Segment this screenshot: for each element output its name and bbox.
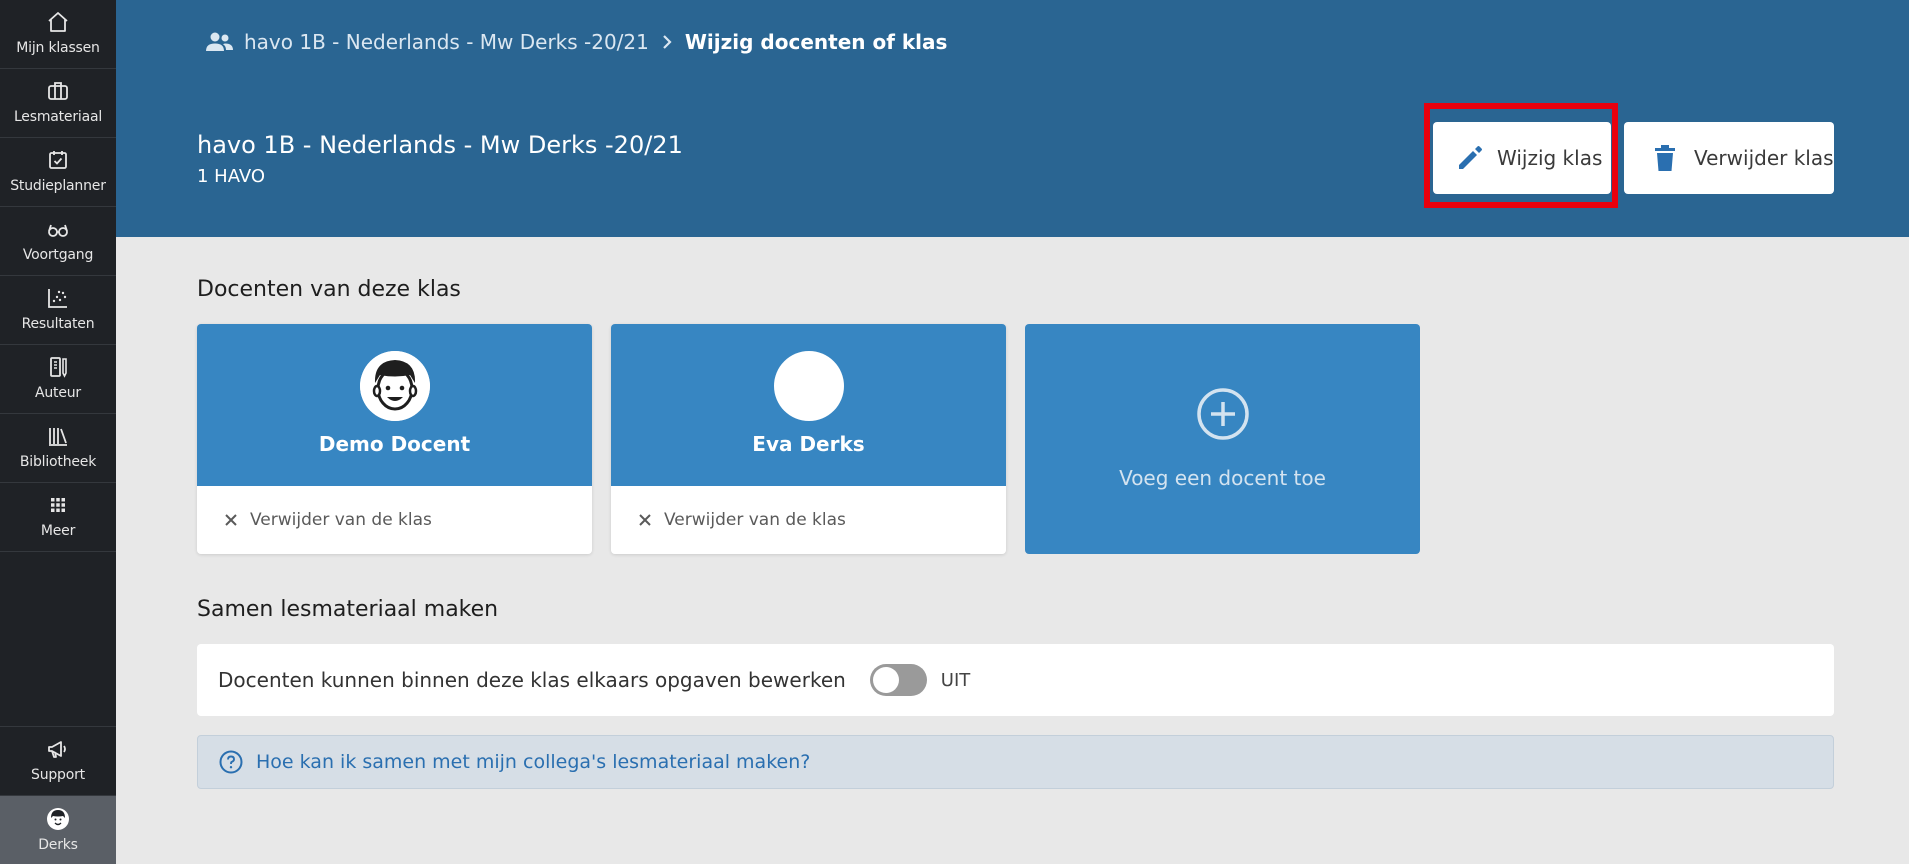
teacher-card: Demo Docent Verwijder van de klas [197,324,592,554]
trash-icon [1652,143,1678,173]
remove-teacher-label: Verwijder van de klas [664,510,846,530]
grid-icon [46,493,70,517]
teacher-card-header: Demo Docent [197,324,592,486]
close-icon [224,513,238,527]
calendar-check-icon [46,148,70,172]
remove-teacher-button[interactable]: Verwijder van de klas [197,486,592,554]
collab-toggle[interactable] [869,664,927,696]
teacher-name: Eva Derks [752,432,865,456]
sidebar-item-user[interactable]: Derks [0,795,116,864]
plus-circle-icon [1195,386,1251,442]
sidebar-item-label: Lesmateriaal [13,109,103,125]
add-teacher-label: Voeg een docent toe [1119,466,1326,490]
sidebar-item-label: Bibliotheek [19,454,97,470]
user-avatar-icon [46,807,70,831]
chevron-right-icon [661,33,673,51]
sidebar-item-voortgang[interactable]: Voortgang [0,207,116,276]
remove-teacher-button[interactable]: Verwijder van de klas [611,486,1006,554]
toggle-state-text: UIT [940,669,971,691]
sidebar-item-label: Voortgang [22,247,94,263]
people-icon [204,31,234,53]
teacher-avatar [774,351,844,421]
sidebar-item-label: Mijn klassen [16,40,100,56]
breadcrumb: havo 1B - Nederlands - Mw Derks -20/21 W… [204,28,947,56]
help-link-text: Hoe kan ik samen met mijn collega's lesm… [256,751,811,773]
teachers-section-title: Docenten van deze klas [197,277,461,302]
sidebar-item-label: Studieplanner [10,178,106,194]
sidebar-item-resultaten[interactable]: Resultaten [0,276,116,345]
sidebar-item-support[interactable]: Support [0,726,116,795]
teacher-card-header: Eva Derks [611,324,1006,486]
glasses-icon [46,217,70,241]
help-link[interactable]: Hoe kan ik samen met mijn collega's lesm… [197,735,1834,789]
collab-setting-row: Docenten kunnen binnen deze klas elkaars… [197,644,1834,716]
delete-class-button[interactable]: Verwijder klas [1624,122,1834,194]
sidebar-item-studieplanner[interactable]: Studieplanner [0,138,116,207]
teacher-card: Eva Derks Verwijder van de klas [611,324,1006,554]
library-icon [46,424,70,448]
add-teacher-button[interactable]: Voeg een docent toe [1025,324,1420,554]
breadcrumb-class-link[interactable]: havo 1B - Nederlands - Mw Derks -20/21 [244,30,649,54]
sidebar-item-label: Resultaten [21,316,95,332]
close-icon [638,513,652,527]
sidebar-item-label: Meer [40,523,76,539]
sidebar-item-bibliotheek[interactable]: Bibliotheek [0,414,116,483]
home-icon [46,10,70,34]
edit-class-button[interactable]: Wijzig klas [1433,122,1611,194]
class-header: havo 1B - Nederlands - Mw Derks -20/21 W… [116,0,1909,237]
teacher-name: Demo Docent [318,432,471,456]
breadcrumb-current: Wijzig docenten of klas [684,30,948,54]
edit-class-label: Wijzig klas [1497,146,1603,170]
pencil-icon [1455,143,1485,173]
sidebar-item-auteur[interactable]: Auteur [0,345,116,414]
toggle-knob [872,667,899,693]
page-subtitle: 1 HAVO [197,166,266,187]
sidebar-item-label: Derks [38,837,78,853]
delete-class-label: Verwijder klas [1694,146,1834,170]
remove-teacher-label: Verwijder van de klas [250,510,432,530]
scatter-chart-icon [46,286,70,310]
author-icon [46,355,70,379]
teacher-avatar [360,351,430,421]
sidebar-item-mijn-klassen[interactable]: Mijn klassen [0,0,116,69]
sidebar-item-label: Auteur [35,385,81,401]
sidebar-item-lesmateriaal[interactable]: Lesmateriaal [0,69,116,138]
collab-section-title: Samen lesmateriaal maken [197,597,499,622]
question-circle-icon [218,749,244,775]
page-title: havo 1B - Nederlands - Mw Derks -20/21 [197,131,683,159]
megaphone-icon [46,737,70,761]
collab-toggle-label: Docenten kunnen binnen deze klas elkaars… [218,668,846,692]
sidebar-item-meer[interactable]: Meer [0,483,116,552]
briefcase-icon [46,79,70,103]
sidebar-item-label: Support [31,767,85,783]
sidebar: Mijn klassen Lesmateriaal Studieplanner … [0,0,116,864]
